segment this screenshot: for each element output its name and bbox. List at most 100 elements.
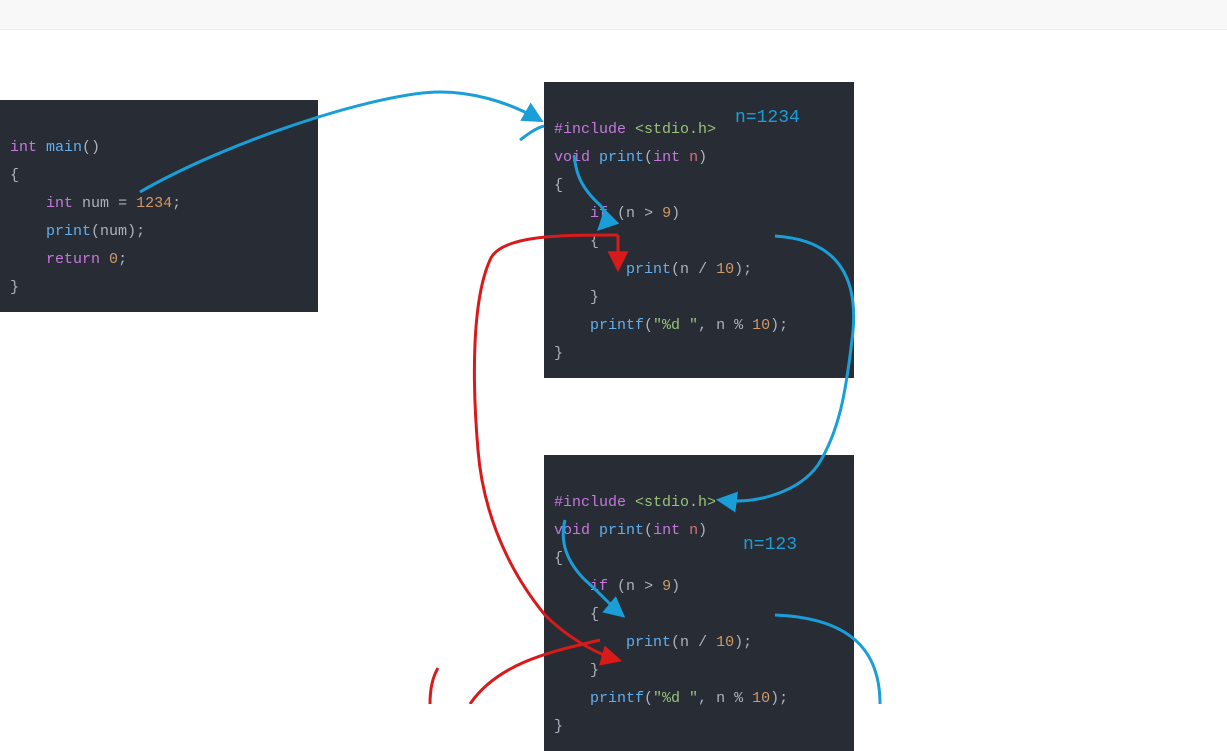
indent: [554, 578, 590, 595]
brace-close: }: [590, 289, 599, 306]
op-mod: %: [725, 690, 752, 707]
kw-int: int: [653, 522, 680, 539]
sp: [680, 149, 689, 166]
var-n: n: [716, 317, 725, 334]
pp-include: #include: [554, 121, 626, 138]
semi: ;: [172, 195, 181, 212]
indent: [554, 261, 626, 278]
kw-if: if: [590, 578, 608, 595]
var-n: n: [716, 690, 725, 707]
lit-10: 10: [752, 690, 770, 707]
close: ): [698, 149, 707, 166]
close: );: [770, 690, 788, 707]
code-block-main: int main() { int num = 1234; print(num);…: [0, 100, 318, 312]
indent: [10, 223, 46, 240]
close: );: [127, 223, 145, 240]
eq: =: [109, 195, 136, 212]
var-n: n: [626, 205, 635, 222]
lit-9: 9: [662, 578, 671, 595]
brace-open: {: [554, 550, 563, 567]
brace-close: }: [590, 662, 599, 679]
semi: ;: [118, 251, 127, 268]
indent: [554, 205, 590, 222]
fn-print: print: [599, 149, 644, 166]
op-div: /: [689, 261, 716, 278]
close: );: [770, 317, 788, 334]
indent: [554, 233, 590, 250]
brace-open: {: [590, 233, 599, 250]
comma: ,: [698, 317, 716, 334]
kw-int: int: [653, 149, 680, 166]
sp: [590, 522, 599, 539]
close: ): [698, 522, 707, 539]
open: (: [644, 149, 653, 166]
indent: [554, 317, 590, 334]
open: (: [608, 578, 626, 595]
kw-return: return: [46, 251, 100, 268]
kw-int: int: [46, 195, 73, 212]
brace-close: }: [554, 718, 563, 735]
indent: [10, 195, 46, 212]
brace-open: {: [10, 167, 19, 184]
brace-close: }: [554, 345, 563, 362]
indent: [554, 634, 626, 651]
close: ): [671, 205, 680, 222]
inc-stdio: <stdio.h>: [635, 494, 716, 511]
lit-0: 0: [109, 251, 118, 268]
paren: (): [82, 139, 100, 156]
brace-close: }: [10, 279, 19, 296]
call-print: print: [626, 261, 671, 278]
arrow-main-to-print1-tick: [520, 126, 544, 140]
kw-void: void: [554, 149, 590, 166]
sp: [590, 149, 599, 166]
top-bar: [0, 0, 1227, 30]
brace-open: {: [554, 177, 563, 194]
open: (: [644, 522, 653, 539]
op-mod: %: [725, 317, 752, 334]
kw-if: if: [590, 205, 608, 222]
indent: [554, 690, 590, 707]
kw-void: void: [554, 522, 590, 539]
lit-1234: 1234: [136, 195, 172, 212]
open: (: [644, 690, 653, 707]
sp: [626, 121, 635, 138]
pp-include: #include: [554, 494, 626, 511]
open: (: [671, 261, 680, 278]
param-n: n: [689, 149, 698, 166]
indent: [10, 251, 46, 268]
op-div: /: [689, 634, 716, 651]
inc-stdio: <stdio.h>: [635, 121, 716, 138]
gt: >: [635, 578, 662, 595]
code-block-print-1: #include <stdio.h> void print(int n) { i…: [544, 82, 854, 378]
open: (: [91, 223, 100, 240]
kw-int: int: [10, 139, 37, 156]
close: ): [671, 578, 680, 595]
open: (: [608, 205, 626, 222]
var-n: n: [626, 578, 635, 595]
fn-main: main: [46, 139, 82, 156]
arg-num: num: [100, 223, 127, 240]
open: (: [671, 634, 680, 651]
call-printf: printf: [590, 317, 644, 334]
sp: [73, 195, 82, 212]
sp: [100, 251, 109, 268]
fn-print: print: [599, 522, 644, 539]
arrow-return-red-2b: [430, 668, 438, 704]
call-printf: printf: [590, 690, 644, 707]
var-num: num: [82, 195, 109, 212]
fmt-str: "%d ": [653, 317, 698, 334]
sp: [680, 522, 689, 539]
lit-10: 10: [752, 317, 770, 334]
close: );: [734, 634, 752, 651]
call-print: print: [626, 634, 671, 651]
indent: [554, 662, 590, 679]
annotation-n-1234: n=1234: [735, 108, 800, 128]
call-print: print: [46, 223, 91, 240]
open: (: [644, 317, 653, 334]
sp: [626, 494, 635, 511]
gt: >: [635, 205, 662, 222]
param-n: n: [689, 522, 698, 539]
indent: [554, 606, 590, 623]
annotation-n-123: n=123: [743, 535, 797, 555]
lit-9: 9: [662, 205, 671, 222]
